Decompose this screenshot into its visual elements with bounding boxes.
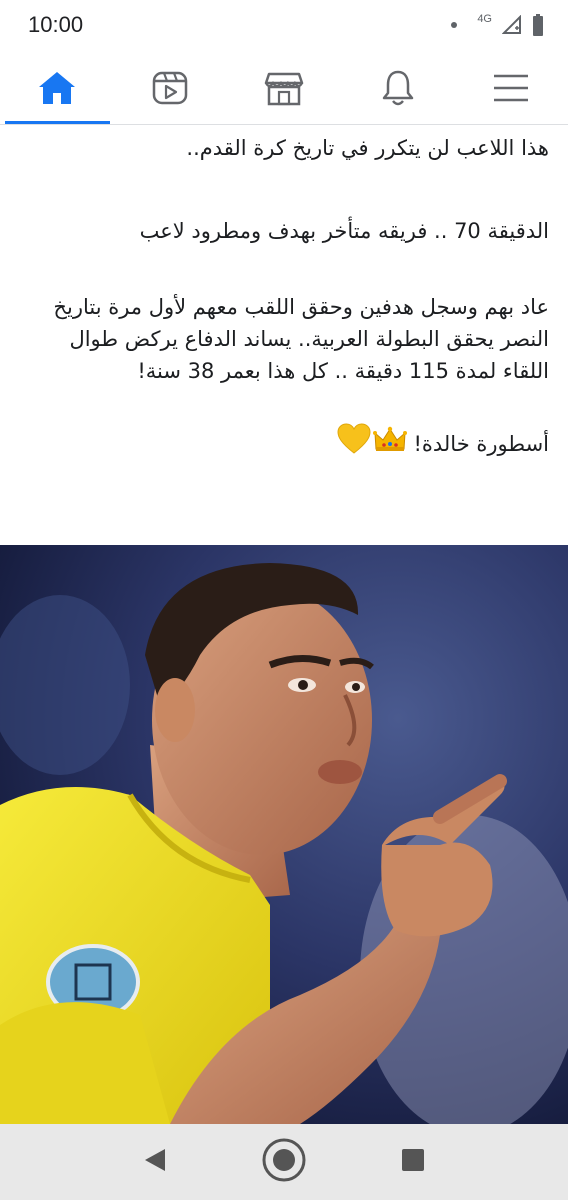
tab-home[interactable] xyxy=(4,52,110,124)
bell-icon xyxy=(380,69,416,107)
battery-icon xyxy=(532,14,544,36)
back-button[interactable] xyxy=(120,1132,190,1192)
yellow-heart-emoji xyxy=(337,423,371,464)
emoji-group xyxy=(337,423,408,464)
status-bar: 10:00 4G xyxy=(0,0,568,50)
video-icon xyxy=(152,70,188,106)
home-icon xyxy=(37,70,77,106)
post-line-2: الدقيقة 70 .. فريقه متأخر بهدف ومطرود لا… xyxy=(139,219,549,243)
status-icons: 4G xyxy=(451,13,544,36)
tab-notifications[interactable] xyxy=(358,52,438,124)
back-icon xyxy=(143,1147,167,1177)
home-button[interactable] xyxy=(249,1132,319,1192)
nav-divider xyxy=(0,124,568,125)
network-type: 4G xyxy=(477,13,492,25)
marketplace-icon xyxy=(264,70,304,106)
top-nav xyxy=(0,52,568,124)
post-line-1: هذا اللاعب لن يتكرر في تاريخ كرة القدم.. xyxy=(186,136,549,160)
tab-video[interactable] xyxy=(130,52,210,124)
signal-icon xyxy=(502,15,522,35)
crown-emoji xyxy=(373,425,408,462)
post-closing-text: أسطورة خالدة! xyxy=(413,431,549,456)
post-line-4: أسطورة خالدة! xyxy=(30,423,549,464)
football-player-photo[interactable] xyxy=(0,545,568,1124)
status-time: 10:00 xyxy=(28,12,84,37)
system-nav xyxy=(0,1124,568,1200)
notification-dot-icon xyxy=(451,22,458,28)
post-paragraph: عاد بهم وسجل هدفين وحقق اللقب معهم لأول … xyxy=(53,295,549,383)
menu-icon xyxy=(492,72,530,104)
home-circle-icon xyxy=(261,1137,307,1187)
tab-marketplace[interactable] xyxy=(244,52,324,124)
recents-icon xyxy=(401,1148,425,1176)
recents-button[interactable] xyxy=(378,1132,448,1192)
post-text: هذا اللاعب لن يتكرر في تاريخ كرة القدم..… xyxy=(0,126,568,464)
tab-menu[interactable] xyxy=(471,52,551,124)
